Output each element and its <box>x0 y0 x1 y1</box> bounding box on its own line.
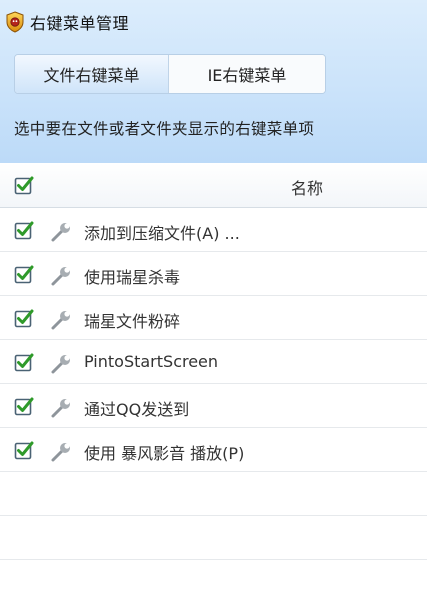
title-bar: 右键菜单管理 <box>0 0 427 44</box>
row-label: 使用 暴风影音 播放(P) <box>84 444 245 463</box>
table-header: 名称 <box>0 163 427 208</box>
tab-file-context-menu[interactable]: 文件右键菜单 <box>15 55 169 93</box>
table-row[interactable]: 使用 暴风影音 播放(P) <box>0 428 427 472</box>
wrench-icon <box>50 353 72 375</box>
table-row[interactable]: 使用瑞星杀毒 <box>0 252 427 296</box>
empty-row <box>0 472 427 516</box>
wrench-icon <box>50 309 72 331</box>
row-label: 添加到压缩文件(A) ... <box>84 224 240 243</box>
window-title: 右键菜单管理 <box>30 14 130 33</box>
row-label: 使用瑞星杀毒 <box>84 268 181 287</box>
row-label: PintoStartScreen <box>84 352 219 371</box>
row-label: 瑞星文件粉碎 <box>84 312 181 331</box>
tab-ie-context-menu[interactable]: IE右键菜单 <box>169 55 325 93</box>
table-row[interactable]: 添加到压缩文件(A) ... <box>0 208 427 252</box>
row-label: 通过QQ发送到 <box>84 400 190 419</box>
select-all-checkbox[interactable] <box>14 175 34 195</box>
wrench-icon <box>50 441 72 463</box>
row-checkbox[interactable] <box>14 220 34 240</box>
table-row[interactable]: PintoStartScreen <box>0 340 427 384</box>
row-checkbox[interactable] <box>14 440 34 460</box>
shield-badge-icon <box>4 11 26 33</box>
empty-row <box>0 560 427 597</box>
menu-item-list: 添加到压缩文件(A) ... 使用瑞星杀毒 瑞星文件粉碎 PintoStartS… <box>0 208 427 597</box>
header-panel: 右键菜单管理 文件右键菜单 IE右键菜单 选中要在文件或者文件夹显示的右键菜单项 <box>0 0 427 163</box>
row-checkbox[interactable] <box>14 396 34 416</box>
empty-row <box>0 516 427 560</box>
table-row[interactable]: 瑞星文件粉碎 <box>0 296 427 340</box>
row-checkbox[interactable] <box>14 352 34 372</box>
wrench-icon <box>50 221 72 243</box>
table-row[interactable]: 通过QQ发送到 <box>0 384 427 428</box>
row-checkbox[interactable] <box>14 264 34 284</box>
column-header-name[interactable]: 名称 <box>291 175 323 199</box>
wrench-icon <box>50 397 72 419</box>
instruction-text: 选中要在文件或者文件夹显示的右键菜单项 <box>14 120 315 138</box>
tab-bar: 文件右键菜单 IE右键菜单 <box>14 54 326 94</box>
main-window: 右键菜单管理 文件右键菜单 IE右键菜单 选中要在文件或者文件夹显示的右键菜单项… <box>0 0 427 597</box>
wrench-icon <box>50 265 72 287</box>
row-checkbox[interactable] <box>14 308 34 328</box>
